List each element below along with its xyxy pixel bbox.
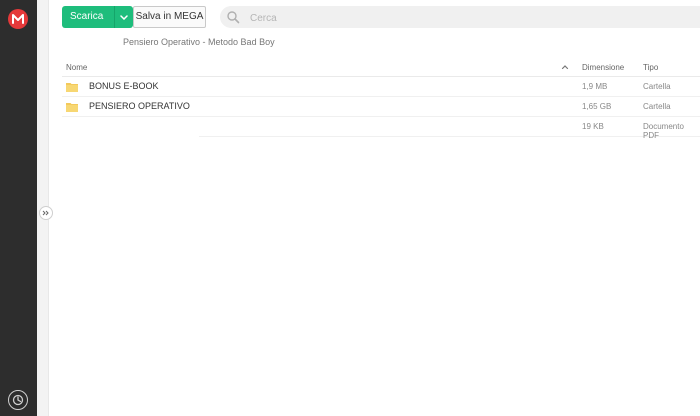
file-size: 1,65 GB xyxy=(582,102,612,111)
file-type: Documento PDF xyxy=(643,122,684,140)
file-size: 1,9 MB xyxy=(582,82,608,91)
table-row[interactable]: BONUS E-BOOK 1,9 MB Cartella xyxy=(62,77,700,97)
table-row[interactable]: PENSIERO OPERATIVO 1,65 GB Cartella xyxy=(62,97,700,117)
download-button[interactable]: Scarica xyxy=(62,6,133,28)
column-header-size[interactable]: Dimensione xyxy=(582,63,624,72)
table-header: Nome Dimensione Tipo xyxy=(62,58,700,77)
sort-ascending-icon[interactable] xyxy=(561,63,569,71)
file-name: BONUS E-BOOK xyxy=(89,81,159,91)
folder-icon xyxy=(66,83,78,92)
left-sidebar xyxy=(0,0,37,416)
file-type: Cartella xyxy=(643,102,671,111)
mega-app: Scarica Salva in MEGA Pensiero Operativo… xyxy=(0,0,700,416)
file-size: 19 KB xyxy=(582,122,604,131)
file-table: Nome Dimensione Tipo BONUS E-BOOK 1,9 MB… xyxy=(62,58,700,140)
search-icon xyxy=(227,11,240,24)
search-input[interactable] xyxy=(248,9,652,27)
search-bar[interactable] xyxy=(220,6,700,28)
mega-logo-icon[interactable] xyxy=(8,9,28,29)
chevron-down-icon xyxy=(120,14,128,20)
expand-panel-icon[interactable] xyxy=(39,206,53,220)
save-to-mega-button[interactable]: Salva in MEGA xyxy=(133,6,206,28)
file-name: PENSIERO OPERATIVO xyxy=(89,101,190,111)
column-header-name[interactable]: Nome xyxy=(66,63,87,72)
sync-icon[interactable] xyxy=(8,390,28,410)
table-row[interactable]: 19 KB Documento PDF xyxy=(62,117,700,140)
download-options-dropdown[interactable] xyxy=(114,6,133,28)
folder-icon xyxy=(66,103,78,112)
row-divider xyxy=(199,136,700,137)
folder-title: Pensiero Operativo - Metodo Bad Boy xyxy=(123,37,275,47)
file-type: Cartella xyxy=(643,82,671,91)
download-button-label[interactable]: Scarica xyxy=(62,6,114,28)
column-header-type[interactable]: Tipo xyxy=(643,63,658,72)
